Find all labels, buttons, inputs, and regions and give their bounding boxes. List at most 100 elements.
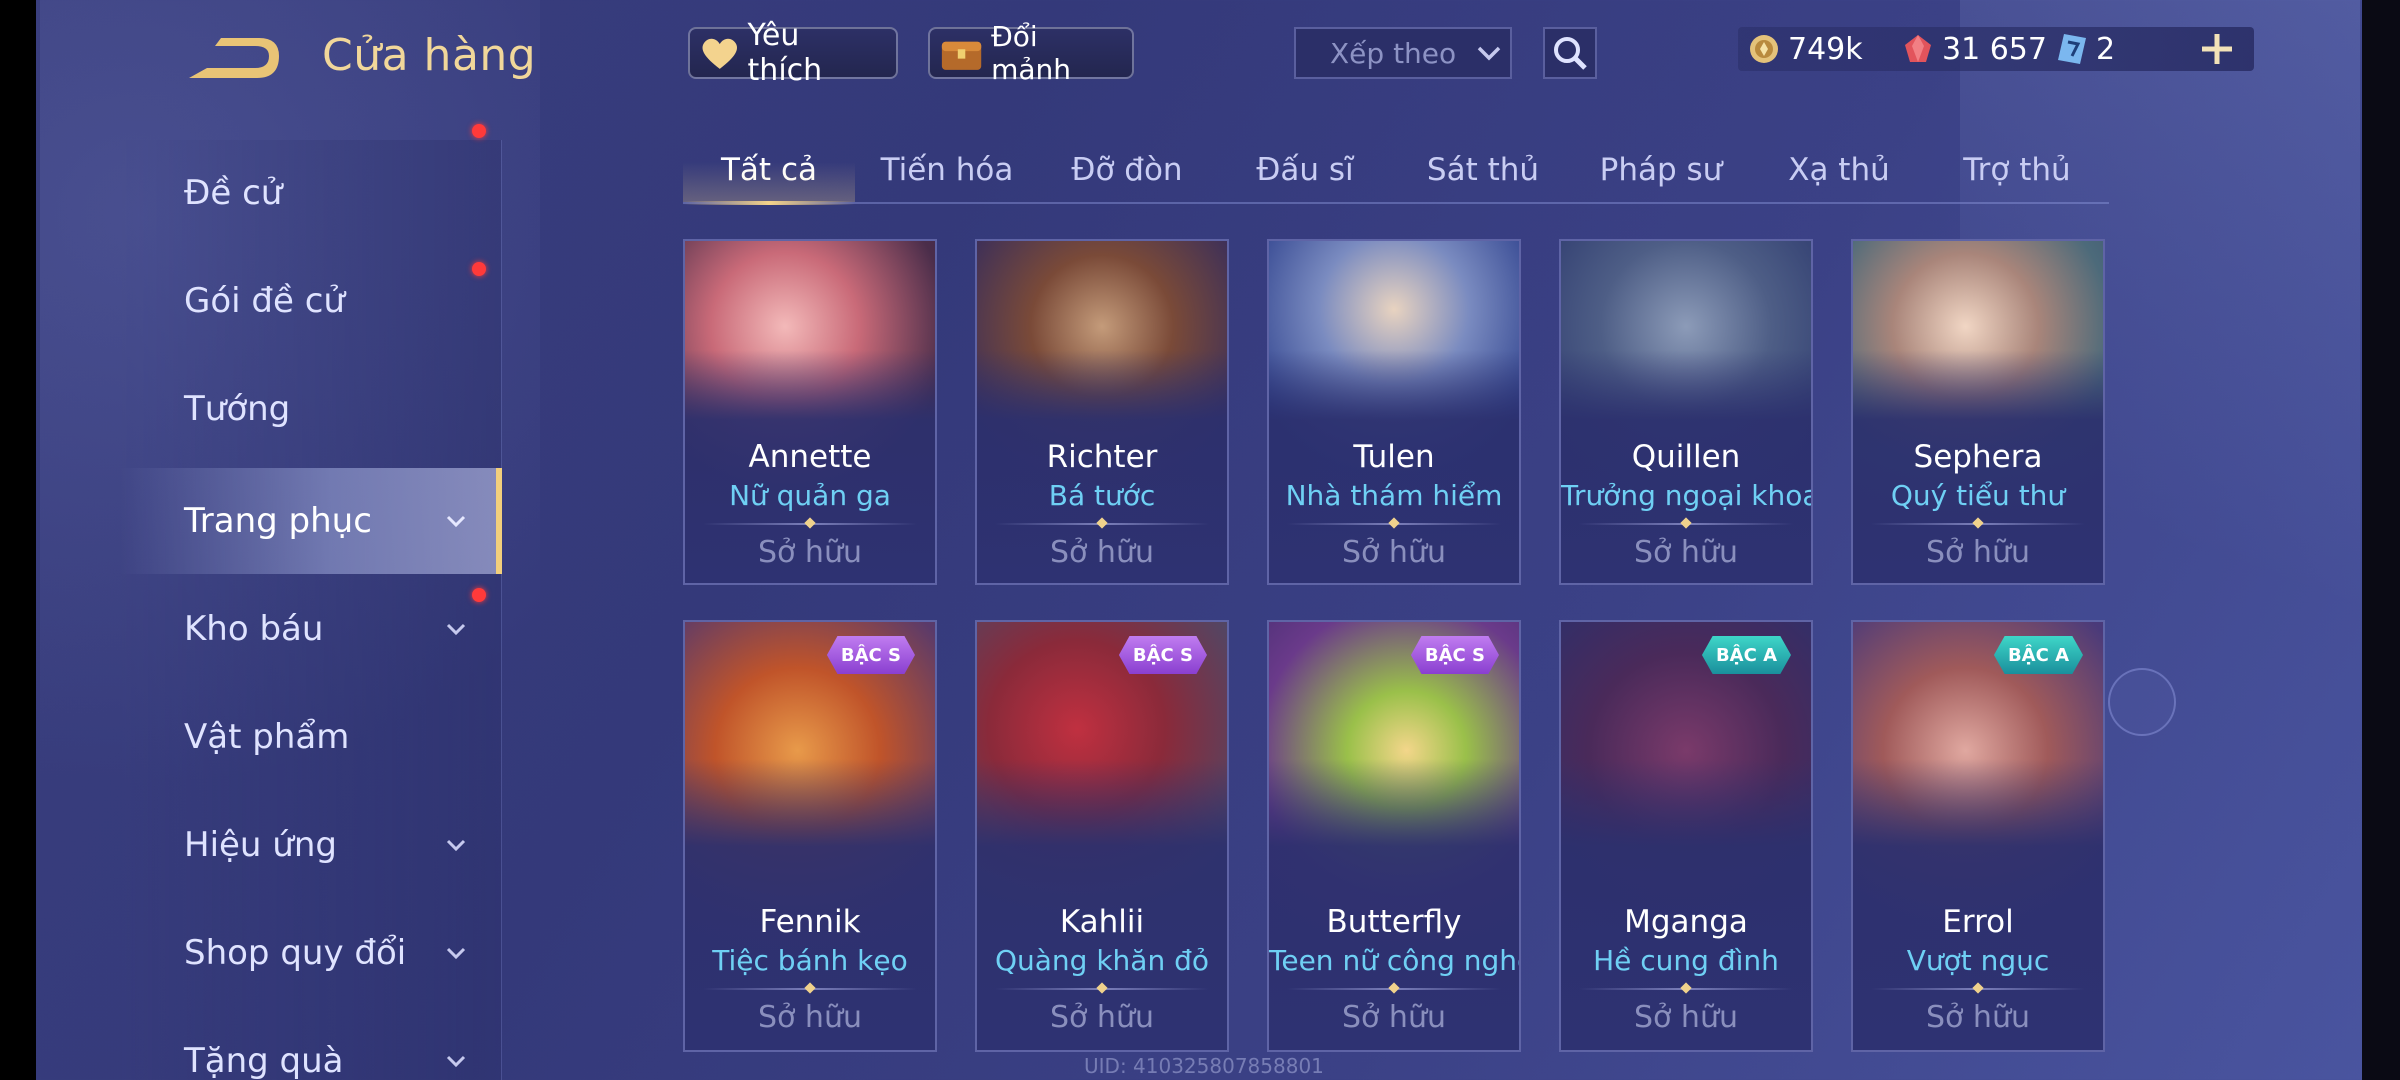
tab-mage[interactable]: Pháp sư bbox=[1575, 138, 1747, 202]
owned-status: Sở hữu bbox=[1050, 535, 1154, 570]
sort-dropdown-placeholder: Xếp theo bbox=[1330, 36, 1457, 70]
hero-name: Richter bbox=[1046, 439, 1158, 475]
back-button[interactable] bbox=[185, 34, 281, 86]
chevron-down-icon bbox=[446, 515, 466, 528]
search-icon bbox=[1554, 37, 1587, 70]
tier-badge: BẬC S bbox=[1410, 636, 1499, 674]
tier-badge: BẬC S bbox=[1118, 636, 1207, 674]
sidebar-item-effects[interactable]: Hiệu ứng bbox=[120, 792, 502, 898]
tab-fighter[interactable]: Đấu sĩ bbox=[1219, 138, 1391, 202]
tab-marksman[interactable]: Xạ thủ bbox=[1753, 138, 1925, 202]
scroll-indicator[interactable] bbox=[2108, 668, 2176, 736]
page-title: Cửa hàng bbox=[322, 30, 537, 81]
voucher-currency: 31 657 bbox=[1902, 27, 2047, 71]
skin-card-mganga[interactable]: BẬC A Mganga Hề cung đình Sở hữu bbox=[1559, 620, 1813, 1052]
skin-card-richter[interactable]: Richter Bá tước Sở hữu bbox=[975, 239, 1229, 585]
back-arrow-icon bbox=[189, 38, 279, 78]
tab-tank[interactable]: Đỡ đòn bbox=[1041, 138, 1213, 202]
tab-support[interactable]: Trợ thủ bbox=[1931, 138, 2103, 202]
tier-badge: BẬC A bbox=[1701, 636, 1791, 674]
sidebar-item-label: Trang phục bbox=[184, 501, 372, 541]
sidebar-item-label: Đề cử bbox=[184, 173, 283, 213]
favorites-button[interactable]: Yêu thích bbox=[688, 18, 898, 88]
hero-name: Quillen bbox=[1631, 439, 1741, 475]
owned-status: Sở hữu bbox=[1342, 1000, 1446, 1035]
screen-edge-left bbox=[0, 0, 36, 1080]
sidebar-item-label: Tướng bbox=[184, 389, 291, 429]
sort-dropdown[interactable]: Xếp theo bbox=[1294, 27, 1512, 79]
gold-amount: 749k bbox=[1788, 31, 1863, 67]
skin-name: Teen nữ công nghệ bbox=[1269, 944, 1521, 977]
sidebar-item-items[interactable]: Vật phẩm bbox=[120, 684, 502, 790]
skin-name: Bá tước bbox=[1048, 479, 1156, 512]
tab-all[interactable]: Tất cả bbox=[683, 138, 855, 205]
hero-name: Fennik bbox=[759, 904, 861, 940]
skin-name: Nữ quản ga bbox=[729, 479, 891, 512]
treasure-chest-icon bbox=[941, 41, 982, 70]
hero-name: Sephera bbox=[1913, 439, 2043, 475]
sidebar-item-treasure[interactable]: Kho báu bbox=[120, 576, 502, 682]
skin-name: Quý tiểu thư bbox=[1890, 479, 2066, 512]
owned-status: Sở hữu bbox=[1050, 1000, 1154, 1035]
add-currency-button[interactable] bbox=[2194, 26, 2240, 72]
sidebar-item-label: Tặng quà bbox=[184, 1041, 344, 1080]
owned-status: Sở hữu bbox=[1926, 535, 2030, 570]
skin-card-errol[interactable]: BẬC A Errol Vượt ngục Sở hữu bbox=[1851, 620, 2105, 1052]
skin-name: Trưởng ngoại khoa bbox=[1561, 479, 1813, 512]
favorites-label: Yêu thích bbox=[747, 18, 823, 88]
sidebar-item-skins[interactable]: Trang phục bbox=[120, 468, 502, 574]
hero-name: Annette bbox=[748, 439, 872, 475]
chevron-down-icon bbox=[446, 1055, 466, 1068]
chevron-down-icon bbox=[446, 947, 466, 960]
hero-name: Errol bbox=[1942, 904, 2014, 940]
owned-status: Sở hữu bbox=[1634, 1000, 1738, 1035]
owned-status: Sở hữu bbox=[1634, 535, 1738, 570]
skin-name: Nhà thám hiểm bbox=[1285, 479, 1503, 512]
tab-assassin[interactable]: Sát thủ bbox=[1397, 138, 1569, 202]
sidebar-item-gifting[interactable]: Tặng quà bbox=[120, 1008, 502, 1080]
sidebar-item-label: Vật phẩm bbox=[184, 717, 350, 757]
gold-coin-icon bbox=[1750, 35, 1778, 63]
owned-status: Sở hữu bbox=[758, 1000, 862, 1035]
skin-card-tulen[interactable]: Tulen Nhà thám hiểm Sở hữu bbox=[1267, 239, 1521, 585]
skin-card-kahlii[interactable]: BẬC S Kahlii Quàng khăn đỏ Sở hữu bbox=[975, 620, 1229, 1052]
sidebar-item-exchange-shop[interactable]: Shop quy đổi bbox=[120, 900, 502, 1006]
search-button[interactable] bbox=[1543, 27, 1597, 79]
notification-dot bbox=[472, 262, 486, 276]
sidebar-item-label: Kho báu bbox=[184, 609, 324, 649]
hero-name: Mganga bbox=[1624, 904, 1748, 940]
sidebar-item-heroes[interactable]: Tướng bbox=[120, 356, 502, 462]
owned-status: Sở hữu bbox=[1342, 535, 1446, 570]
tab-evolution[interactable]: Tiến hóa bbox=[861, 138, 1033, 202]
heart-icon bbox=[702, 38, 738, 69]
hero-name: Kahlii bbox=[1059, 904, 1145, 940]
hero-name: Tulen bbox=[1353, 439, 1435, 475]
hero-name: Butterfly bbox=[1326, 904, 1462, 940]
notification-dot bbox=[472, 588, 486, 602]
ticket-currency: 2 bbox=[2056, 27, 2115, 71]
owned-status: Sở hữu bbox=[758, 535, 862, 570]
sidebar-item-recommended-packs[interactable]: Gói đề cử bbox=[120, 124, 502, 354]
exchange-fragments-button[interactable]: Đổi mảnh bbox=[928, 20, 1134, 86]
skin-card-annette[interactable]: Annette Nữ quản ga Sở hữu bbox=[683, 239, 937, 585]
sidebar-item-label: Gói đề cử bbox=[184, 281, 345, 321]
sidebar-item-recommended[interactable]: Đề cử bbox=[120, 140, 502, 246]
skin-card-sephera[interactable]: Sephera Quý tiểu thư Sở hữu bbox=[1851, 239, 2105, 585]
sidebar-item-label: Shop quy đổi bbox=[184, 933, 407, 973]
skin-card-quillen[interactable]: Quillen Trưởng ngoại khoa Sở hữu bbox=[1559, 239, 1813, 585]
tier-badge: BẬC S bbox=[826, 636, 915, 674]
skin-name: Quàng khăn đỏ bbox=[994, 944, 1210, 977]
gold-currency: 749k bbox=[1748, 27, 1863, 71]
skin-card-butterfly[interactable]: BẬC S Butterfly Teen nữ công nghệ Sở hữu bbox=[1267, 620, 1521, 1052]
exchange-fragments-label: Đổi mảnh bbox=[991, 20, 1072, 86]
category-tabs: Tất cả Tiến hóa Đỡ đòn Đấu sĩ Sát thủ Ph… bbox=[683, 138, 2109, 205]
notification-dot bbox=[472, 124, 486, 138]
blue-ticket-icon bbox=[2058, 34, 2086, 64]
sidebar: Đề cử Gói đề cử Tướng Trang phục Kho báu… bbox=[120, 124, 502, 1080]
ticket-amount: 2 bbox=[2096, 31, 2116, 67]
red-gem-icon bbox=[1905, 35, 1931, 62]
skin-card-fennik[interactable]: BẬC S Fennik Tiệc bánh kẹo Sở hữu bbox=[683, 620, 937, 1052]
plus-icon bbox=[2202, 34, 2232, 64]
owned-status: Sở hữu bbox=[1926, 1000, 2030, 1035]
screen-edge-right bbox=[2362, 0, 2400, 1080]
